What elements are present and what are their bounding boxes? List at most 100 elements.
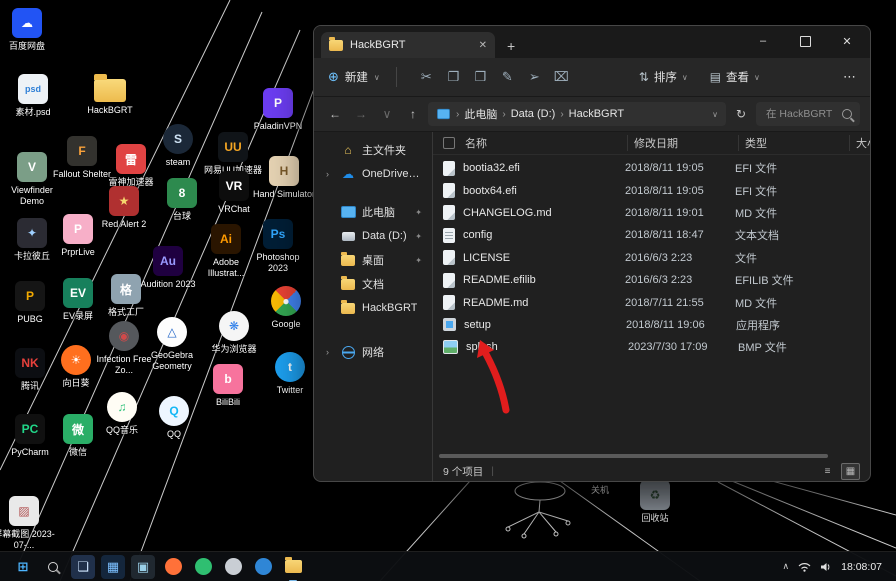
sidebar-item-此电脑[interactable]: 此电脑✦ (318, 200, 428, 224)
desktop-icon[interactable]: VViewfinder Demo (0, 152, 64, 207)
up-button[interactable]: ↑ (402, 107, 424, 121)
desktop-icon[interactable]: 格格式工厂 (94, 274, 158, 318)
forward-button[interactable]: → (350, 107, 372, 121)
edge-button[interactable] (251, 555, 275, 579)
start-button[interactable]: ⊞ (11, 555, 35, 579)
desktop-icon[interactable]: ♻回收站 (623, 480, 687, 524)
sidebar-item-HackBGRT[interactable]: HackBGRT (318, 296, 428, 320)
title-bar: HackBGRT ✕ + – ✕ (314, 26, 870, 58)
desktop-icon[interactable]: HHand Simulator (252, 156, 316, 200)
more-options-button[interactable]: ⋯ (843, 69, 856, 85)
delete-icon[interactable]: ⌧ (548, 69, 575, 85)
sort-icon: ⇅ (639, 70, 649, 84)
minimize-button[interactable]: – (742, 26, 784, 56)
desktop-icon[interactable]: ☀向日葵 (44, 345, 108, 389)
app-icon: ♫ (107, 392, 137, 422)
rename-icon[interactable]: ✎ (494, 69, 521, 85)
column-header-name[interactable]: 名称 (465, 135, 627, 151)
desktop-icon-label: steam (166, 157, 191, 168)
file-row[interactable]: splash2023/7/30 17:09BMP 文件 (443, 336, 870, 358)
maximize-button[interactable] (784, 26, 826, 56)
desktop-icon[interactable]: HackBGRT (78, 72, 142, 116)
paste-icon[interactable]: ❒ (467, 69, 494, 85)
sidebar-item-Data (D:)[interactable]: Data (D:)✦ (318, 224, 428, 248)
file-row[interactable]: README.efilib2016/6/3 2:23EFILIB 文件 (443, 269, 870, 291)
desktop-icon-label: Twitter (277, 385, 304, 396)
cut-icon[interactable]: ✂ (413, 69, 440, 85)
sort-button[interactable]: ⇅ 排序 ∨ (639, 69, 688, 85)
desktop-icon[interactable]: psd素材.psd (1, 74, 65, 118)
tray-chevron-icon[interactable]: ∧ (783, 561, 790, 572)
desktop-icon-label: 素材.psd (15, 107, 50, 118)
chevron-right-icon[interactable]: › (326, 169, 334, 179)
desktop-icon[interactable]: PPaladinVPN (246, 88, 310, 132)
file-row[interactable]: CHANGELOG.md2018/8/11 19:01MD 文件 (443, 202, 870, 224)
file-explorer-button[interactable] (281, 555, 305, 579)
sidebar-item-桌面[interactable]: 桌面✦ (318, 248, 428, 272)
desktop-icon[interactable]: PCPyCharm (0, 414, 62, 458)
sidebar-item-OneDrive - Person[interactable]: ›☁OneDrive - Person (318, 162, 428, 186)
tab-close-icon[interactable]: ✕ (479, 40, 487, 51)
item-count: 9 个项目 (443, 464, 483, 479)
network-icon (342, 346, 355, 359)
pinned-app-button[interactable]: ▣ (131, 555, 155, 579)
clock[interactable]: 18:08:07 (841, 561, 882, 573)
scrollbar-thumb[interactable] (439, 454, 828, 458)
file-row[interactable]: LICENSE2016/6/3 2:23文件 (443, 247, 870, 269)
search-input[interactable] (764, 107, 836, 121)
sidebar-item-主文件夹[interactable]: ⌂主文件夹 (318, 138, 428, 162)
column-header-type[interactable]: 类型 (738, 135, 849, 151)
desktop-icon[interactable]: ❋华为浏览器 (202, 311, 266, 355)
green-app-button[interactable] (191, 555, 215, 579)
recent-locations-button[interactable]: ∨ (376, 107, 398, 121)
file-row[interactable]: config2018/8/11 18:47文本文档 (443, 224, 870, 246)
sidebar-item-label: 网络 (362, 344, 384, 360)
new-button[interactable]: ⊕ 新建 ∨ (328, 69, 380, 85)
search-box[interactable] (756, 102, 860, 126)
desktop-icon[interactable]: ☁百度网盘 (0, 8, 59, 52)
address-dropdown-icon[interactable]: ∨ (712, 110, 718, 119)
file-row[interactable]: setup2018/8/11 19:06应用程序 (443, 314, 870, 336)
close-button[interactable]: ✕ (826, 26, 868, 56)
sidebar-item-网络[interactable]: › 网络 (318, 340, 428, 364)
breadcrumb-item[interactable]: HackBGRT (569, 108, 624, 120)
desktop-icon[interactable]: QQQ (142, 396, 206, 440)
folder-icon (341, 303, 355, 314)
taskview-button[interactable]: ❏ (71, 555, 95, 579)
view-button[interactable]: ▤ 查看 ∨ (710, 69, 760, 85)
grey-app-button[interactable] (221, 555, 245, 579)
file-row[interactable]: bootia32.efi2018/8/11 19:05EFI 文件 (443, 157, 870, 179)
desktop-icon[interactable]: ▨屏幕截图 2023-07-... (0, 496, 56, 551)
wifi-icon[interactable] (798, 562, 811, 572)
sidebar-item-文档[interactable]: 文档 (318, 272, 428, 296)
breadcrumb-item[interactable]: 此电脑 (464, 106, 497, 122)
desktop-icon[interactable]: PsPhotoshop 2023 (246, 219, 310, 274)
file-name: LICENSE (463, 252, 625, 264)
desktop-icon-label: PUBG (17, 314, 43, 325)
back-button[interactable]: ← (324, 107, 346, 121)
search-button[interactable] (41, 555, 65, 579)
view-toggles: ≡ ▦ (819, 463, 860, 480)
breadcrumb-item[interactable]: Data (D:) (511, 108, 556, 120)
volume-icon[interactable] (820, 562, 832, 572)
column-header-date[interactable]: 修改日期 (627, 135, 738, 151)
app-icon: P (15, 281, 45, 311)
widgets-button[interactable]: ▦ (101, 555, 125, 579)
file-date-modified: 2018/8/11 19:01 (625, 207, 735, 219)
desktop-icon[interactable]: PPrprLive (46, 214, 110, 258)
select-all-checkbox[interactable] (443, 137, 455, 149)
new-tab-button[interactable]: + (507, 38, 515, 54)
share-icon[interactable]: ➢ (521, 69, 548, 85)
details-view-toggle[interactable]: ≡ (819, 464, 836, 479)
column-header-size[interactable]: 大小 (849, 135, 870, 151)
icons-view-toggle[interactable]: ▦ (841, 463, 860, 480)
file-row[interactable]: bootx64.efi2018/8/11 19:05EFI 文件 (443, 179, 870, 201)
copy-icon[interactable]: ❐ (440, 69, 467, 85)
breadcrumb-separator: › (502, 109, 505, 120)
chevron-right-icon[interactable]: › (326, 347, 334, 357)
explorer-tab[interactable]: HackBGRT ✕ (321, 32, 495, 58)
file-row[interactable]: README.md2018/7/11 21:55MD 文件 (443, 291, 870, 313)
firefox-button[interactable] (161, 555, 185, 579)
refresh-button[interactable]: ↻ (730, 107, 752, 121)
breadcrumb[interactable]: ›此电脑›Data (D:)›HackBGRT ∨ (428, 102, 726, 126)
